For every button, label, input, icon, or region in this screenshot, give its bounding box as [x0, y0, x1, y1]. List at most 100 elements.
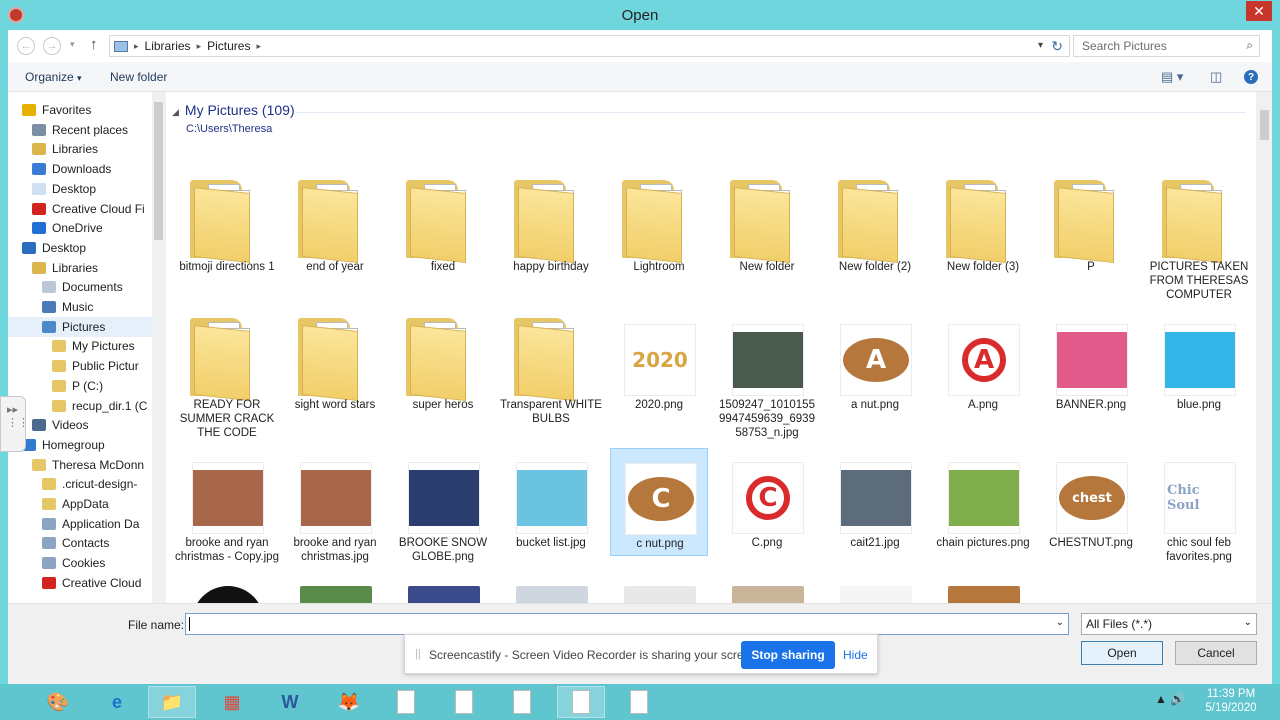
nav-item[interactable]: Application Da — [8, 514, 152, 534]
partial-image-item[interactable] — [192, 586, 264, 603]
nav-item[interactable]: P (C:) — [8, 376, 152, 396]
nav-item[interactable]: Libraries — [8, 258, 152, 278]
image-item[interactable]: 2020 2020.png — [610, 310, 708, 418]
breadcrumb-pictures[interactable]: Pictures — [207, 39, 250, 53]
nav-item[interactable]: Documents — [8, 277, 152, 297]
paint-icon[interactable]: 🎨 — [34, 686, 82, 718]
cancel-button[interactable]: Cancel — [1175, 641, 1257, 665]
nav-item[interactable]: Desktop — [8, 179, 152, 199]
nav-item[interactable]: Favorites — [8, 100, 152, 120]
document-icon[interactable] — [382, 686, 430, 718]
side-panel-handle[interactable]: ▸▸ ⋮⋮ — [0, 396, 29, 452]
image-item[interactable]: BROOKE SNOW GLOBE.png — [394, 448, 492, 563]
folder-item[interactable]: fixed — [394, 172, 492, 280]
internet-explorer-icon[interactable]: e — [93, 686, 141, 718]
folder-item[interactable]: end of year — [286, 172, 384, 280]
file-explorer-icon[interactable]: 📁 — [148, 686, 196, 718]
image-item[interactable]: A A.png — [934, 310, 1032, 418]
nav-item[interactable]: Creative Cloud Fi — [8, 199, 152, 219]
scrollbar-thumb[interactable] — [154, 102, 163, 240]
refresh-icon[interactable]: ↻ — [1051, 38, 1063, 55]
file-name-input[interactable]: ⌄ — [185, 613, 1069, 635]
folder-item[interactable]: super heros — [394, 310, 492, 418]
preview-pane-icon[interactable]: ◫ — [1210, 69, 1222, 85]
nav-item[interactable]: Public Pictur — [8, 356, 152, 376]
nav-item[interactable]: Music — [8, 297, 152, 317]
breadcrumb-libraries[interactable]: Libraries — [145, 39, 191, 53]
image-item[interactable]: cait21.jpg — [826, 448, 924, 556]
image-item[interactable]: Aa nut.png — [826, 310, 924, 418]
image-item[interactable]: brooke and ryan christmas - Copy.jpg — [175, 448, 279, 563]
image-item[interactable]: chest CHESTNUT.png — [1042, 448, 1140, 556]
breadcrumb-separator-icon[interactable]: ▸ — [256, 41, 261, 52]
search-icon[interactable]: ⌕ — [1246, 38, 1253, 53]
address-bar[interactable]: ▸ Libraries ▸ Pictures ▸ ▾ ↻ — [109, 35, 1070, 57]
folder-item[interactable]: New folder (2) — [826, 172, 924, 280]
partial-image-item[interactable] — [840, 586, 912, 603]
breadcrumb-separator-icon[interactable]: ▸ — [197, 41, 202, 52]
partial-image-item[interactable] — [408, 586, 480, 603]
hide-link[interactable]: Hide — [843, 648, 868, 662]
image-item[interactable]: C C.png — [718, 448, 816, 556]
nav-item[interactable]: Desktop — [8, 238, 152, 258]
document-icon[interactable] — [440, 686, 488, 718]
image-item[interactable]: blue.png — [1150, 310, 1248, 418]
breadcrumb-separator-icon[interactable]: ▸ — [134, 41, 139, 52]
firefox-icon[interactable]: 🦊 — [325, 686, 373, 718]
nav-item[interactable]: OneDrive — [8, 218, 152, 238]
image-item[interactable]: bucket list.jpg — [502, 448, 600, 556]
scrollbar-thumb[interactable] — [1260, 110, 1269, 140]
nav-item[interactable]: Homegroup — [8, 435, 152, 455]
folder-item[interactable]: READY FOR SUMMER CRACK THE CODE — [178, 310, 276, 439]
nav-item[interactable]: Downloads — [8, 159, 152, 179]
nav-item[interactable]: Creative Cloud — [8, 573, 152, 593]
system-tray-icons[interactable]: ▲ 🔊 — [1155, 692, 1185, 706]
folder-item[interactable]: sight word stars — [286, 310, 384, 418]
document-icon[interactable] — [557, 686, 605, 718]
nav-item[interactable]: Libraries — [8, 139, 152, 159]
new-folder-button[interactable]: New folder — [110, 70, 167, 84]
drag-grip-icon[interactable]: || — [415, 648, 421, 660]
view-options-icon[interactable]: ▤ ▾ — [1161, 69, 1183, 85]
stop-sharing-button[interactable]: Stop sharing — [741, 641, 835, 669]
back-button[interactable]: ← — [17, 37, 35, 55]
app-grid-icon[interactable]: ▦ — [208, 686, 256, 718]
nav-item[interactable]: Cookies — [8, 553, 152, 573]
folder-item[interactable]: New folder — [718, 172, 816, 280]
organize-button[interactable]: Organize ▾ — [25, 70, 82, 84]
nav-item[interactable]: Contacts — [8, 533, 152, 553]
folder-item[interactable]: bitmoji directions 1 — [178, 172, 276, 280]
folder-item[interactable]: Transparent WHITE BULBS — [500, 310, 602, 425]
clock[interactable]: 11:39 PM 5/19/2020 — [1196, 687, 1266, 715]
image-item[interactable]: chain pictures.png — [934, 448, 1032, 556]
folder-item[interactable]: Lightroom — [610, 172, 708, 280]
partial-image-item[interactable] — [948, 586, 1020, 603]
folder-item[interactable]: PICTURES TAKEN FROM THERESAS COMPUTER — [1150, 172, 1248, 301]
partial-image-item[interactable] — [300, 586, 372, 603]
collapse-triangle-icon[interactable]: ◢ — [172, 107, 179, 117]
chevron-down-icon[interactable]: ⌄ — [1244, 617, 1252, 628]
forward-button[interactable]: → — [43, 37, 61, 55]
nav-item[interactable]: Recent places — [8, 120, 152, 140]
address-dropdown-icon[interactable]: ▾ — [1038, 40, 1043, 51]
nav-item[interactable]: My Pictures — [8, 336, 152, 356]
document-icon[interactable] — [615, 686, 663, 718]
navigation-scrollbar[interactable] — [152, 92, 165, 603]
document-icon[interactable] — [498, 686, 546, 718]
partial-image-item[interactable] — [516, 586, 588, 603]
nav-item[interactable]: recup_dir.1 (C — [8, 396, 152, 416]
group-header[interactable]: ◢ My Pictures (109) — [172, 102, 1246, 118]
image-item[interactable]: Chic Soul chic soul feb favorites.png — [1150, 448, 1248, 563]
help-icon[interactable]: ? — [1244, 70, 1258, 84]
recent-locations-chevron-icon[interactable]: ▾ — [70, 39, 75, 50]
partial-image-item[interactable] — [732, 586, 804, 603]
nav-item[interactable]: AppData — [8, 494, 152, 514]
folder-item[interactable]: P — [1042, 172, 1140, 280]
folder-item[interactable]: happy birthday — [502, 172, 600, 280]
file-type-select[interactable]: All Files (*.*) ⌄ — [1081, 613, 1257, 635]
image-item[interactable]: Cc nut.png — [610, 448, 708, 556]
search-input[interactable]: Search Pictures ⌕ — [1073, 35, 1260, 57]
chevron-down-icon[interactable]: ⌄ — [1056, 617, 1064, 628]
word-icon[interactable]: W — [266, 686, 314, 718]
image-item[interactable]: brooke and ryan christmas.jpg — [286, 448, 384, 563]
